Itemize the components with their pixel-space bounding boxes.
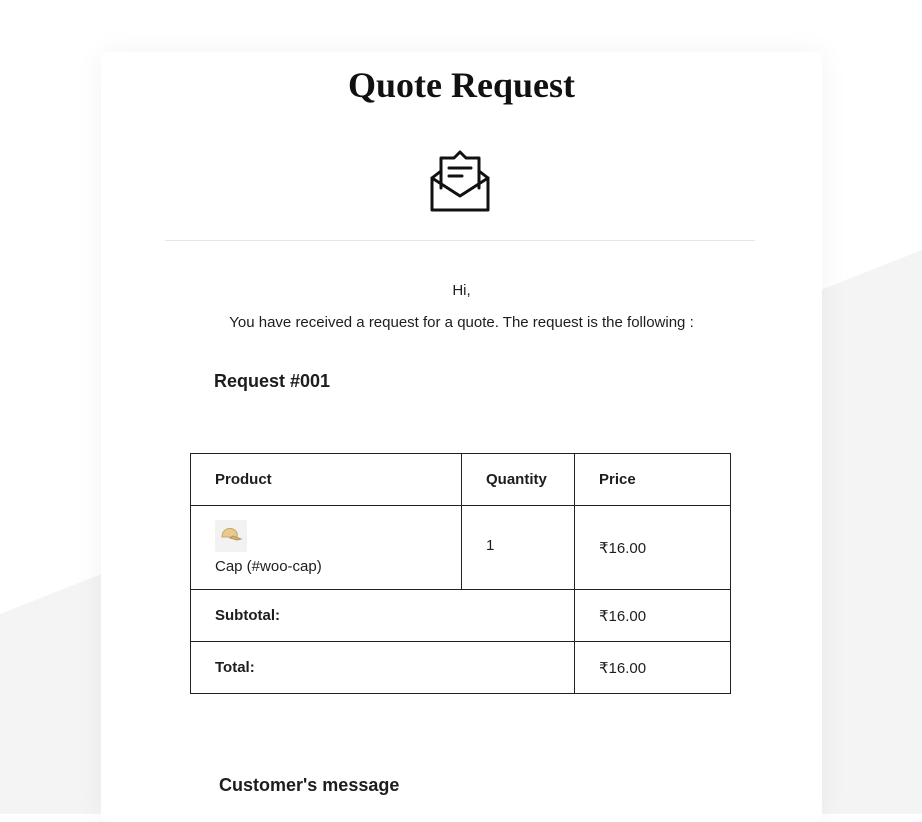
header-quantity: Quantity <box>461 453 575 506</box>
subtotal-value: ₹16.00 <box>574 589 731 642</box>
subtotal-row: Subtotal: ₹16.00 <box>190 589 731 642</box>
page-title: Quote Request <box>348 65 575 105</box>
greeting-text: Hi, <box>452 282 471 299</box>
customer-message-title: Customer's message <box>219 775 400 795</box>
total-label: Total: <box>190 641 575 694</box>
quantity-value: 1 <box>486 537 495 554</box>
total-row: Total: ₹16.00 <box>190 641 731 694</box>
product-cell: Cap (#woo-cap) <box>190 505 462 590</box>
request-title: Request #001 <box>214 371 331 391</box>
quote-table: Product Quantity Price Cap (#woo-cap) 1 <box>190 453 731 694</box>
header-divider <box>165 240 755 241</box>
header-product: Product <box>190 453 462 506</box>
subtotal-label: Subtotal: <box>190 589 575 642</box>
intro-text: You have received a request for a quote.… <box>229 314 694 331</box>
product-name: Cap (#woo-cap) <box>215 558 322 575</box>
cap-thumbnail <box>215 520 247 552</box>
email-card: Quote Request Hi, You have received a re… <box>101 52 822 822</box>
table-row: Cap (#woo-cap) 1 ₹16.00 <box>190 505 731 590</box>
envelope-open-icon <box>428 148 492 214</box>
price-cell: ₹16.00 <box>574 505 731 590</box>
table-header-row: Product Quantity Price <box>190 453 731 506</box>
total-value: ₹16.00 <box>574 641 731 694</box>
quantity-cell: 1 <box>461 505 575 590</box>
header-price: Price <box>574 453 731 506</box>
